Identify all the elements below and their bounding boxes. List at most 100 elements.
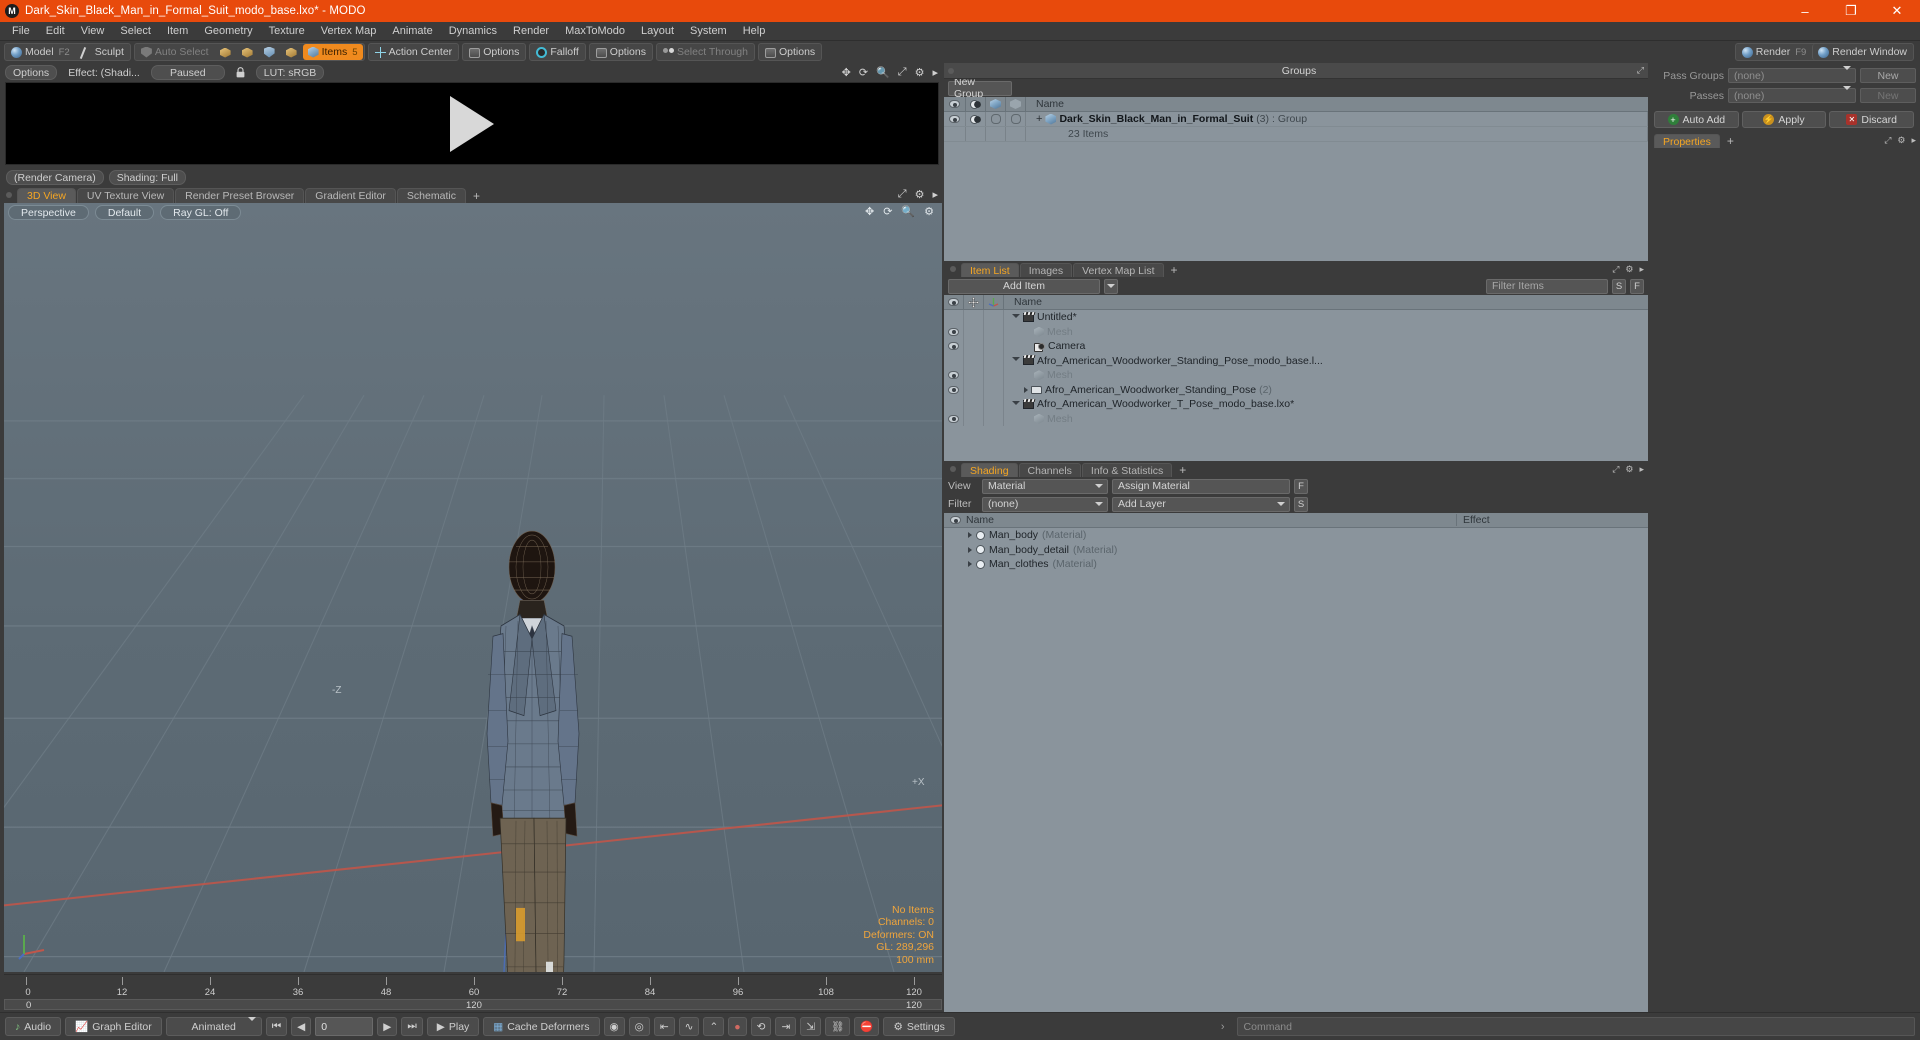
play-triangle-icon[interactable]	[450, 95, 494, 152]
minimize-button[interactable]: –	[1782, 0, 1828, 22]
preview-effect-button[interactable]: Effect: (Shadi...	[61, 65, 147, 80]
preview-options-button[interactable]: Options	[5, 65, 58, 80]
panel-dot-icon[interactable]	[950, 266, 956, 272]
menu-vertex-map[interactable]: Vertex Map	[313, 22, 385, 40]
lut-button[interactable]: LUT: sRGB	[255, 65, 325, 80]
cache-deformers-button[interactable]: ▦ Cache Deformers	[483, 1017, 600, 1036]
shading-mode-button[interactable]: Shading: Full	[108, 170, 186, 185]
chevron-right-icon[interactable]	[968, 546, 972, 553]
items-mode-button[interactable]: Items 5	[302, 44, 363, 60]
table-row[interactable]: Man_body (Material)	[944, 528, 1648, 543]
gear-icon[interactable]: ⚙	[915, 188, 925, 201]
graph-editor-button[interactable]: 📈 Graph Editor	[65, 1017, 162, 1036]
panel-dot-icon[interactable]	[948, 67, 954, 74]
add-item-button[interactable]: Add Item	[948, 278, 1100, 294]
groups-tree[interactable]: Name + Dark_Skin_Black_Man_in_Formal_Sui…	[944, 97, 1648, 261]
tab-item-list[interactable]: Item List	[961, 263, 1019, 277]
record-icon[interactable]: ●	[728, 1017, 747, 1036]
row-eye-toggle[interactable]	[944, 112, 966, 126]
3d-viewport[interactable]: Perspective Default Ray GL: Off ✥ ⟳ 🔍 ⚙ …	[4, 203, 942, 972]
filter-select[interactable]: (none)	[982, 496, 1108, 512]
gear-icon[interactable]: ⚙	[1625, 264, 1633, 275]
mode-sculpt-button[interactable]: Sculpt	[76, 44, 129, 60]
filter-f-button[interactable]: F	[1630, 278, 1644, 294]
maximize-panel-icon[interactable]: ⤢	[1612, 464, 1619, 475]
zoom-icon[interactable]: 🔍	[876, 66, 890, 79]
chevron-right-icon[interactable]: ▸	[932, 188, 938, 201]
add-properties-tab-button[interactable]: +	[1721, 133, 1740, 148]
play-button[interactable]: ▶ Play	[426, 1017, 480, 1036]
add-panel-tab-button[interactable]: +	[1173, 462, 1192, 477]
gear-icon[interactable]: ⚙	[924, 205, 934, 218]
menu-texture[interactable]: Texture	[261, 22, 313, 40]
close-button[interactable]: ✕	[1874, 0, 1920, 22]
pass-groups-select[interactable]: (none)	[1728, 65, 1856, 83]
menu-maxtomodo[interactable]: MaxToModo	[557, 22, 633, 40]
preview-paused-button[interactable]: Paused	[150, 65, 225, 80]
list-item[interactable]: Mesh	[944, 324, 1648, 339]
shading-f-button[interactable]: F	[1294, 478, 1308, 494]
action-center-button[interactable]: Action Center	[370, 44, 458, 60]
filter-items-input[interactable]: Filter Items	[1486, 278, 1608, 294]
rotate-icon[interactable]: ⟳	[883, 205, 892, 218]
filter-s-button[interactable]: S	[1612, 278, 1626, 294]
pass-groups-new-button[interactable]: New	[1860, 68, 1916, 83]
move-icon[interactable]: ✥	[842, 66, 851, 79]
unlink-icon[interactable]: ⛔	[854, 1017, 880, 1036]
previous-frame-button[interactable]: ◀	[291, 1017, 312, 1036]
item-list-tree[interactable]: Name Untitled* Mesh Camera Afro_American…	[944, 295, 1648, 461]
maximize-viewport-icon[interactable]: ⤢	[898, 188, 907, 201]
add-item-dropdown[interactable]	[1104, 278, 1118, 294]
menu-system[interactable]: System	[682, 22, 735, 40]
tab-3d-view[interactable]: 3D View	[17, 188, 76, 203]
list-item[interactable]: Afro_American_Woodworker_T_Pose_modo_bas…	[944, 397, 1648, 412]
go-to-start-button[interactable]: ⏮	[265, 1017, 288, 1036]
zoom-icon[interactable]: 🔍	[901, 205, 915, 218]
viewport-perspective-button[interactable]: Perspective	[8, 205, 89, 220]
row-shade-toggle[interactable]	[966, 112, 986, 126]
gear-icon[interactable]: ⚙	[1897, 135, 1905, 146]
menu-geometry[interactable]: Geometry	[196, 22, 260, 40]
table-row[interactable]: 23 Items	[944, 127, 1648, 142]
tab-properties[interactable]: Properties	[1654, 134, 1720, 148]
row-eye-toggle[interactable]	[944, 411, 964, 426]
menu-help[interactable]: Help	[735, 22, 774, 40]
vertex-mode-button[interactable]	[215, 44, 236, 60]
move-icon[interactable]: ✥	[865, 205, 874, 218]
polygon-mode-button[interactable]	[259, 44, 280, 60]
tab-channels[interactable]: Channels	[1018, 463, 1081, 477]
chevron-down-icon[interactable]	[1012, 313, 1020, 321]
chevron-right-icon[interactable]: ▸	[1639, 264, 1644, 275]
row-eye-toggle[interactable]	[944, 382, 964, 397]
row-eye-toggle[interactable]	[944, 310, 964, 325]
tab-gradient-editor[interactable]: Gradient Editor	[305, 188, 396, 203]
table-row[interactable]: Man_body_detail (Material)	[944, 543, 1648, 558]
chevron-right-icon[interactable]: ▸	[932, 66, 938, 79]
tab-images[interactable]: Images	[1019, 263, 1073, 277]
select-through-button[interactable]: Select Through	[658, 44, 753, 60]
menu-dynamics[interactable]: Dynamics	[441, 22, 505, 40]
render-camera-button[interactable]: (Render Camera)	[6, 170, 104, 185]
snap-icon[interactable]: ⇲	[800, 1017, 822, 1036]
falloff-button[interactable]: Falloff	[531, 44, 583, 60]
passes-new-button[interactable]: New	[1860, 88, 1916, 103]
new-group-button[interactable]: New Group	[948, 76, 1012, 100]
assign-material-button[interactable]: Assign Material	[1112, 478, 1290, 494]
gear-icon[interactable]: ⚙	[915, 66, 925, 79]
material-mode-button[interactable]	[281, 44, 302, 60]
current-frame-input[interactable]: 0	[315, 1017, 374, 1036]
row-cube-toggle[interactable]	[986, 112, 1006, 126]
mode-model-button[interactable]: Model F2	[6, 44, 75, 60]
shading-tree[interactable]: Name Effect Man_body (Material) Man_body…	[944, 513, 1648, 1012]
row-eye-toggle[interactable]	[944, 324, 964, 339]
menu-animate[interactable]: Animate	[384, 22, 440, 40]
view-select[interactable]: Material	[982, 478, 1108, 494]
timeline[interactable]: 0 12 24 36 48 60 72 84 96 108 120 0 120 …	[4, 974, 942, 1012]
menu-render[interactable]: Render	[505, 22, 557, 40]
row-eye-toggle[interactable]	[944, 368, 964, 383]
tab-render-preset-browser[interactable]: Render Preset Browser	[175, 188, 305, 203]
menu-layout[interactable]: Layout	[633, 22, 682, 40]
loop-icon[interactable]: ⟲	[750, 1017, 772, 1036]
graph-peak-icon[interactable]: ⌃	[703, 1017, 725, 1036]
auto-select-button[interactable]: Auto Select	[136, 44, 214, 60]
